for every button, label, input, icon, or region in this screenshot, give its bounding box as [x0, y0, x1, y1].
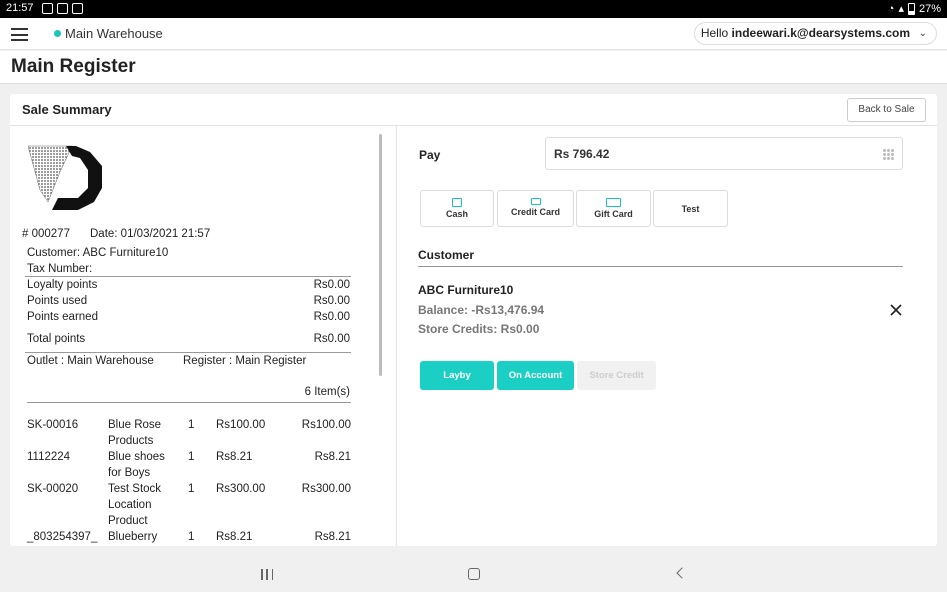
points-earned-value: Rs0.00 [313, 311, 350, 323]
item-qty: 1 [188, 419, 195, 431]
pay-amount-input[interactable]: Rs 796.42 [545, 137, 903, 170]
pay-amount: Rs 796.42 [554, 147, 610, 161]
mail-notification-icon [57, 3, 68, 14]
customer-balance: Balance: -Rs13,476.94 [418, 303, 545, 317]
credit-card-button[interactable]: Credit Card [497, 190, 574, 227]
image-notification-icon [42, 3, 53, 14]
gmail-notification-icon [72, 3, 83, 14]
company-logo [27, 145, 102, 210]
customer-name: ABC Furniture10 [418, 283, 514, 297]
list-item: SK-00016 Blue Rose Products 1 Rs100.00 Rs… [27, 417, 351, 449]
close-icon[interactable] [888, 302, 904, 318]
back-to-sale-button[interactable]: Back to Sale [847, 98, 926, 122]
points-used-label: Points used [27, 295, 88, 307]
item-name: Blue shoes for Boys [108, 451, 165, 479]
location-name: Main Warehouse [65, 26, 163, 41]
keypad-icon[interactable] [883, 149, 894, 160]
customer-heading: Customer [418, 248, 475, 262]
item-count: 6 Item(s) [304, 386, 350, 398]
list-item: 1112224 Blue shoes for Boys 1 Rs8.21 Rs8.… [27, 449, 351, 481]
item-name: Blue Rose Products [108, 419, 162, 447]
points-used-value: Rs0.00 [313, 295, 350, 307]
wifi-icon: ◔ [887, 2, 895, 15]
register-name: Register : Main Register [183, 355, 307, 367]
app-header: Main Warehouse Hello indeewari.k@dearsys… [0, 18, 947, 50]
title-bar: Main Register [0, 51, 947, 84]
item-sku: _803254397_ [27, 531, 98, 543]
divider [27, 402, 351, 403]
loyalty-label: Loyalty points [27, 279, 98, 291]
item-price: Rs300.00 [216, 483, 266, 495]
receipt-tax-number: Tax Number: [27, 263, 93, 275]
sale-summary-card: Sale Summary Back to Sale # 000277 Date:… [10, 94, 937, 546]
credit-card-icon [530, 198, 541, 205]
receipt-date: Date: 01/03/2021 21:57 [90, 228, 211, 240]
signal-icon: ▴ [898, 3, 904, 15]
layby-button[interactable]: Layby [420, 361, 494, 390]
user-email: indeewari.k@dearsystems.com [731, 26, 910, 40]
recent-apps-icon[interactable] [261, 569, 273, 580]
store-credit-button: Store Credit [577, 361, 656, 390]
receipt: # 000277 Date: 01/03/2021 21:57 Customer… [10, 126, 396, 546]
item-price: Rs100.00 [216, 419, 266, 431]
panel-divider [396, 126, 397, 546]
total-points-label: Total points [27, 333, 86, 345]
item-price: Rs8.21 [216, 531, 253, 543]
system-nav-bar [0, 557, 947, 592]
menu-icon[interactable] [11, 28, 28, 41]
item-qty: 1 [188, 483, 195, 495]
loyalty-value: Rs0.00 [313, 279, 350, 291]
cash-icon [452, 198, 462, 207]
item-name: Blueberry [108, 531, 158, 543]
on-account-button[interactable]: On Account [497, 361, 574, 390]
receipt-items: SK-00016 Blue Rose Products 1 Rs100.00 Rs… [27, 417, 351, 545]
item-total: Rs8.21 [314, 531, 351, 543]
user-menu[interactable]: Hello indeewari.k@dearsystems.com ⌄ [693, 22, 937, 45]
chevron-down-icon: ⌄ [918, 28, 927, 39]
receipt-number: # 000277 [22, 228, 70, 240]
receipt-scrollbar[interactable] [379, 134, 382, 376]
cash-button[interactable]: Cash [420, 190, 494, 227]
receipt-customer: Customer: ABC Furniture10 [27, 247, 169, 259]
divider [418, 266, 903, 267]
item-sku: SK-00016 [27, 419, 79, 431]
card-title: Sale Summary [22, 102, 112, 117]
card-header: Sale Summary Back to Sale [10, 94, 937, 126]
battery-level: 27% [918, 2, 941, 15]
user-greeting: Hello [700, 26, 729, 40]
gift-card-icon [606, 198, 621, 207]
status-time: 21:57 [6, 2, 34, 14]
customer-store-credits: Store Credits: Rs0.00 [418, 322, 540, 336]
item-sku: SK-00020 [27, 483, 79, 495]
notification-icons [42, 3, 83, 14]
item-qty: 1 [188, 531, 195, 543]
gift-card-button[interactable]: Gift Card [576, 190, 651, 227]
total-points-value: Rs0.00 [313, 333, 350, 345]
item-sku: 1112224 [27, 451, 71, 463]
battery-icon [907, 2, 915, 15]
item-price: Rs8.21 [216, 451, 253, 463]
status-bar: 21:57 ◔ ▴ 27% [0, 0, 947, 18]
outlet-name: Outlet : Main Warehouse [27, 355, 154, 367]
divider [25, 276, 351, 277]
list-item: _803254397_ Blueberry 1 Rs8.21 Rs8.21 [27, 529, 351, 545]
page-title: Main Register [11, 56, 136, 77]
location-status-dot [54, 30, 61, 37]
item-total: Rs300.00 [301, 483, 351, 495]
points-earned-label: Points earned [27, 311, 98, 323]
divider [25, 352, 351, 353]
pay-label: Pay [419, 148, 441, 162]
item-total: Rs100.00 [301, 419, 351, 431]
back-icon[interactable] [676, 567, 688, 579]
list-item: SK-00020 Test Stock Location Product 1 Rs3… [27, 481, 351, 529]
item-qty: 1 [188, 451, 195, 463]
home-icon[interactable] [468, 568, 480, 580]
test-payment-button[interactable]: Test [653, 190, 728, 227]
item-total: Rs8.21 [314, 451, 351, 463]
item-name: Test Stock Location Product [108, 483, 162, 527]
